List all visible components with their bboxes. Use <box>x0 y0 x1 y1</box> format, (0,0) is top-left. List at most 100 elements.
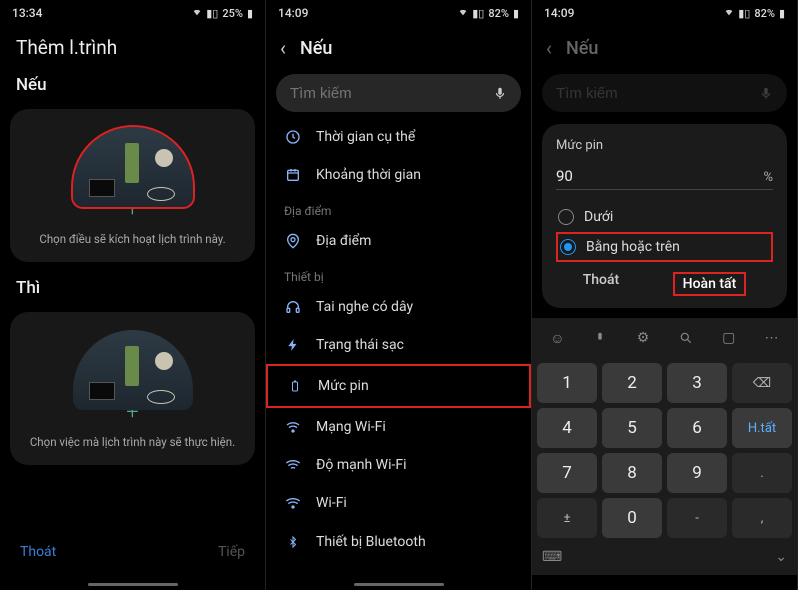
key-2[interactable]: 2 <box>602 363 662 403</box>
key-done[interactable]: H.tất <box>732 408 792 448</box>
cancel-button[interactable]: Thoát <box>583 272 619 296</box>
screen-choose-condition: 14:09 ▮▯ 82% ▮ ‹ Nếu Thời gian cụ thể <box>266 0 532 590</box>
keyboard-collapse-icon[interactable]: ⌄ <box>775 549 787 565</box>
row-wifi[interactable]: Wi-Fi <box>266 484 531 522</box>
numeric-keyboard: 1 2 3 ⌫ 4 5 6 H.tất 7 8 9 . ± 0 - , <box>532 358 797 543</box>
if-card[interactable]: + Chọn điều sẽ kích hoạt lịch trình này. <box>10 109 255 262</box>
then-heading: Thì <box>0 272 265 306</box>
keyboard-bottom: ⌨ ⌄ <box>532 543 797 575</box>
battery-value-input[interactable]: 90 <box>556 167 757 185</box>
row-label: Thời gian cụ thể <box>316 129 415 145</box>
keyboard-switch-icon[interactable]: ⌨ <box>542 549 562 565</box>
row-wifi-strength[interactable]: Độ mạnh Wi-Fi <box>266 446 531 484</box>
row-charging[interactable]: Trạng thái sạc <box>266 326 531 364</box>
status-bar: 13:34 ▮▯ 25% ▮ <box>0 0 265 22</box>
wifi-icon <box>458 7 468 20</box>
row-battery-level[interactable]: Mức pin <box>266 364 531 408</box>
row-time-specific[interactable]: Thời gian cụ thể <box>266 118 531 156</box>
search-bar[interactable] <box>276 74 521 112</box>
key-comma[interactable]: , <box>732 498 792 538</box>
status-bar: 14:09 ▮▯ 82% ▮ <box>266 0 531 22</box>
search-icon[interactable] <box>672 324 700 352</box>
row-label: Trạng thái sạc <box>316 337 404 353</box>
value-row[interactable]: 90 % <box>556 167 773 190</box>
status-bar: 14:09 ▮▯ 82% ▮ <box>532 0 797 22</box>
row-label: Thiết bị Bluetooth <box>316 534 426 550</box>
key-backspace[interactable]: ⌫ <box>732 363 792 403</box>
key-5[interactable]: 5 <box>602 408 662 448</box>
done-button[interactable]: Hoàn tất <box>673 272 747 296</box>
row-bluetooth[interactable]: Thiết bị Bluetooth <box>266 522 531 562</box>
radio-below[interactable]: Dưới <box>556 202 773 232</box>
radio-label: Dưới <box>584 209 613 225</box>
search-bar <box>542 74 787 112</box>
headphones-icon <box>284 299 302 315</box>
status-right: ▮▯ 82% ▮ <box>724 7 785 20</box>
key-dash[interactable]: - <box>667 498 727 538</box>
wifi-network-icon <box>284 419 302 435</box>
calendar-icon <box>284 167 302 183</box>
exit-button[interactable]: Thoát <box>20 544 56 560</box>
back-icon[interactable]: ‹ <box>280 36 286 60</box>
key-dot[interactable]: . <box>732 453 792 493</box>
keyboard-toolbar: ☺ ⚙ ▢ ⋯ <box>532 318 797 358</box>
wifi-icon <box>284 495 302 511</box>
key-6[interactable]: 6 <box>667 408 727 448</box>
key-7[interactable]: 7 <box>537 453 597 493</box>
footer: Thoát Tiếp <box>0 530 265 590</box>
key-1[interactable]: 1 <box>537 363 597 403</box>
mic-icon <box>759 84 773 102</box>
wifi-icon <box>724 7 734 20</box>
emoji-icon[interactable]: ☺ <box>543 324 571 352</box>
key-8[interactable]: 8 <box>602 453 662 493</box>
key-0[interactable]: 0 <box>602 498 662 538</box>
back-icon[interactable]: ‹ <box>546 36 552 60</box>
row-time-range[interactable]: Khoảng thời gian <box>266 156 531 194</box>
nav-handle[interactable] <box>88 583 178 586</box>
signal-icon: ▮▯ <box>738 7 750 20</box>
header: ‹ Nếu <box>266 22 531 68</box>
row-label: Mức pin <box>318 378 369 394</box>
battery-icon: ▮ <box>513 7 519 20</box>
wifi-icon <box>192 7 202 20</box>
radio-at-or-above[interactable]: Bằng hoặc trên <box>556 232 773 262</box>
row-label: Khoảng thời gian <box>316 167 421 183</box>
radio-icon[interactable] <box>560 239 576 255</box>
percent-label: % <box>763 170 773 185</box>
status-right: ▮▯ 82% ▮ <box>458 7 519 20</box>
section-place: Địa điểm <box>266 194 531 222</box>
battery-icon: ▮ <box>779 7 785 20</box>
if-illustration[interactable] <box>73 127 193 207</box>
voice-icon[interactable] <box>586 324 614 352</box>
wifi-icon <box>284 457 302 473</box>
panel-title: Mức pin <box>556 138 773 153</box>
page-title: Thêm l.trình <box>0 22 265 69</box>
image-icon[interactable]: ▢ <box>715 324 743 352</box>
key-3[interactable]: 3 <box>667 363 727 403</box>
search-input[interactable] <box>290 85 493 102</box>
clock: 14:09 <box>544 6 574 20</box>
radio-icon[interactable] <box>558 209 574 225</box>
header: ‹ Nếu <box>532 22 797 68</box>
more-icon[interactable]: ⋯ <box>758 324 786 352</box>
battery-text: 82% <box>754 7 775 20</box>
nav-handle[interactable] <box>354 583 444 586</box>
clock-icon <box>284 129 302 145</box>
gear-icon[interactable]: ⚙ <box>629 324 657 352</box>
header-title: Nếu <box>566 38 598 59</box>
battery-panel: Mức pin 90 % Dưới Bằng hoặc trên Thoát H… <box>542 124 787 308</box>
then-card[interactable]: + Chọn việc mà lịch trình này sẽ thực hi… <box>10 312 255 465</box>
row-headphones[interactable]: Tai nghe có dây <box>266 288 531 326</box>
screen-add-routine: 13:34 ▮▯ 25% ▮ Thêm l.trình Nếu + Chọn đ… <box>0 0 266 590</box>
then-illustration <box>73 330 193 410</box>
mic-icon[interactable] <box>493 84 507 102</box>
row-location[interactable]: Địa điểm <box>266 222 531 260</box>
search-input <box>556 85 759 102</box>
section-device: Thiết bị <box>266 260 531 288</box>
next-button[interactable]: Tiếp <box>218 544 245 560</box>
row-wifi-network[interactable]: Mạng Wi-Fi <box>266 408 531 446</box>
battery-icon <box>286 377 304 395</box>
key-sign[interactable]: ± <box>537 498 597 538</box>
key-4[interactable]: 4 <box>537 408 597 448</box>
key-9[interactable]: 9 <box>667 453 727 493</box>
